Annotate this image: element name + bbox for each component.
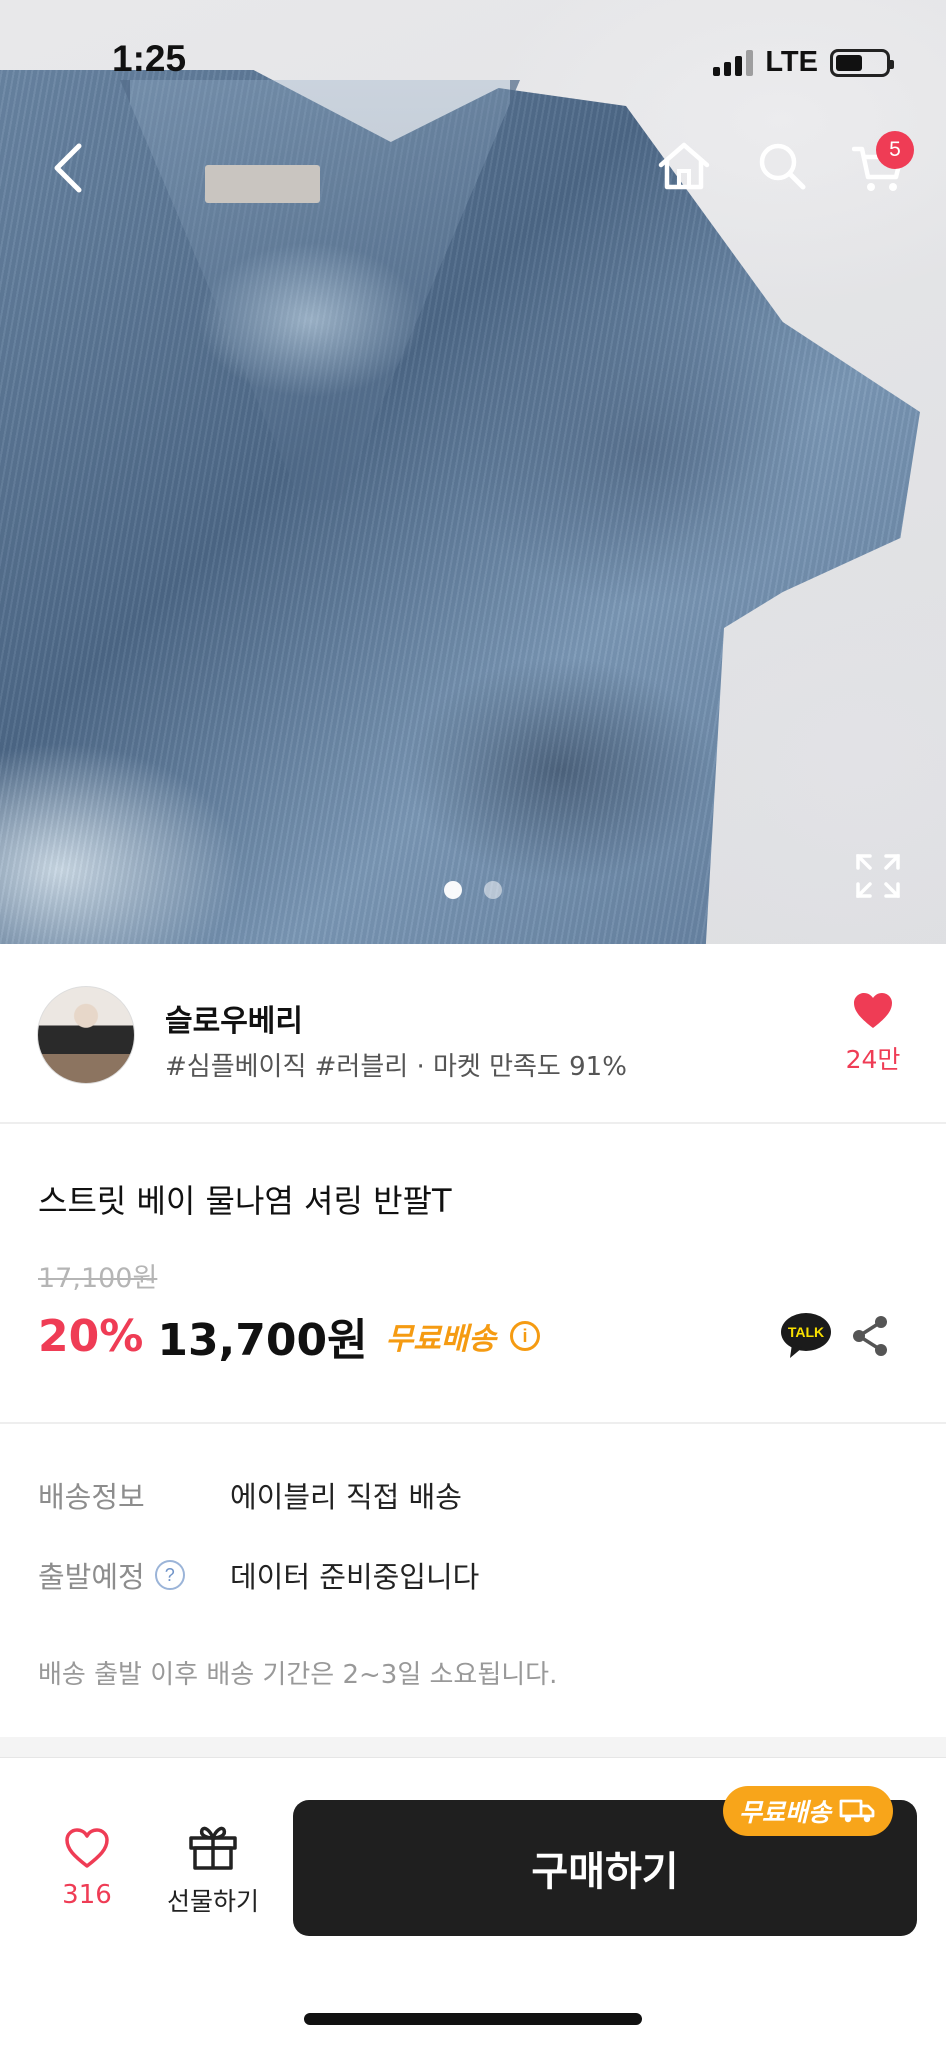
product-image-gallery[interactable]: 1:25 LTE 5 bbox=[0, 0, 946, 944]
delivery-info-row: 배송정보 에이블리 직접 배송 bbox=[38, 1474, 462, 1516]
search-button[interactable] bbox=[752, 136, 812, 196]
signal-icon bbox=[713, 49, 754, 76]
status-indicators: LTE bbox=[713, 46, 894, 79]
expand-image-button[interactable] bbox=[856, 854, 900, 898]
product-photo-label-tag bbox=[205, 165, 320, 203]
delivery-info-value: 에이블리 직접 배송 bbox=[230, 1480, 462, 1514]
battery-icon bbox=[830, 48, 894, 77]
product-info-section: 스트릿 베이 물나염 셔링 반팔T 17,100원 20% 13,700원 무료… bbox=[0, 1124, 946, 1424]
delivery-note: 배송 출발 이후 배송 기간은 2~3일 소요됩니다. bbox=[38, 1660, 558, 1690]
back-button[interactable] bbox=[38, 138, 98, 198]
seller-section[interactable]: 슬로우베리 #심플베이직 #러블리 · 마켓 만족도 91% 24만 bbox=[0, 944, 946, 1124]
departure-row: 출발예정 ? 데이터 준비중입니다 bbox=[38, 1554, 479, 1596]
departure-label-group: 출발예정 ? bbox=[38, 1554, 230, 1596]
departure-value: 데이터 준비중입니다 bbox=[230, 1560, 480, 1594]
gallery-dot[interactable] bbox=[484, 881, 502, 899]
bottom-action-bar: 316 선물하기 구매하기 무료배송 bbox=[0, 1757, 946, 2047]
wishlist-count: 316 bbox=[62, 1880, 112, 1910]
discount-rate: 20% bbox=[38, 1310, 144, 1362]
share-button[interactable] bbox=[850, 1314, 890, 1362]
seller-avatar[interactable] bbox=[37, 986, 135, 1084]
delivery-info-label: 배송정보 bbox=[38, 1480, 145, 1514]
gift-label: 선물하기 bbox=[166, 1887, 259, 1916]
expand-icon bbox=[856, 854, 900, 898]
section-divider bbox=[0, 1737, 946, 1757]
seller-name[interactable]: 슬로우베리 bbox=[165, 996, 303, 1040]
gallery-pagination bbox=[0, 881, 946, 899]
product-title: 스트릿 베이 물나염 셔링 반팔T bbox=[38, 1182, 452, 1220]
departure-label: 출발예정 bbox=[38, 1560, 145, 1594]
heart-icon bbox=[854, 993, 892, 1028]
seller-like-button[interactable]: 24만 bbox=[838, 992, 908, 1076]
home-indicator[interactable] bbox=[304, 2013, 642, 2025]
gift-button[interactable]: 선물하기 bbox=[158, 1824, 268, 1918]
seller-tags: #심플베이직 #러블리 · 마켓 만족도 91% bbox=[165, 1052, 627, 1082]
kakao-talk-icon: TALK bbox=[781, 1313, 831, 1358]
gift-icon bbox=[189, 1826, 237, 1870]
original-price: 17,100원 bbox=[38, 1263, 158, 1294]
seller-like-count: 24만 bbox=[845, 1045, 901, 1074]
back-icon bbox=[54, 143, 82, 193]
heart-outline-icon bbox=[65, 1828, 109, 1868]
network-label: LTE bbox=[765, 46, 818, 78]
kakao-talk-button[interactable]: TALK bbox=[780, 1312, 832, 1364]
gallery-dot-active[interactable] bbox=[444, 881, 462, 899]
free-shipping-badge-label: 무료배송 bbox=[739, 1798, 832, 1827]
info-icon[interactable]: i bbox=[510, 1321, 541, 1351]
free-shipping-badge: 무료배송 bbox=[723, 1786, 894, 1836]
delivery-section: 배송정보 에이블리 직접 배송 출발예정 ? 데이터 준비중입니다 배송 출발 … bbox=[0, 1424, 946, 1737]
free-shipping-label: 무료배송 bbox=[385, 1322, 497, 1357]
price-row: 20% 13,700원 무료배송 i bbox=[38, 1304, 541, 1368]
truck-icon bbox=[839, 1799, 875, 1823]
help-icon[interactable]: ? bbox=[154, 1560, 185, 1590]
sale-price: 13,700원 bbox=[157, 1315, 368, 1366]
home-button[interactable] bbox=[654, 136, 714, 196]
home-icon bbox=[658, 142, 710, 190]
cart-count-badge: 5 bbox=[876, 131, 914, 169]
talk-label: TALK bbox=[788, 1324, 824, 1340]
share-icon bbox=[853, 1316, 887, 1356]
status-time: 1:25 bbox=[112, 38, 187, 79]
search-icon bbox=[759, 143, 806, 190]
wishlist-button[interactable]: 316 bbox=[52, 1828, 122, 1910]
